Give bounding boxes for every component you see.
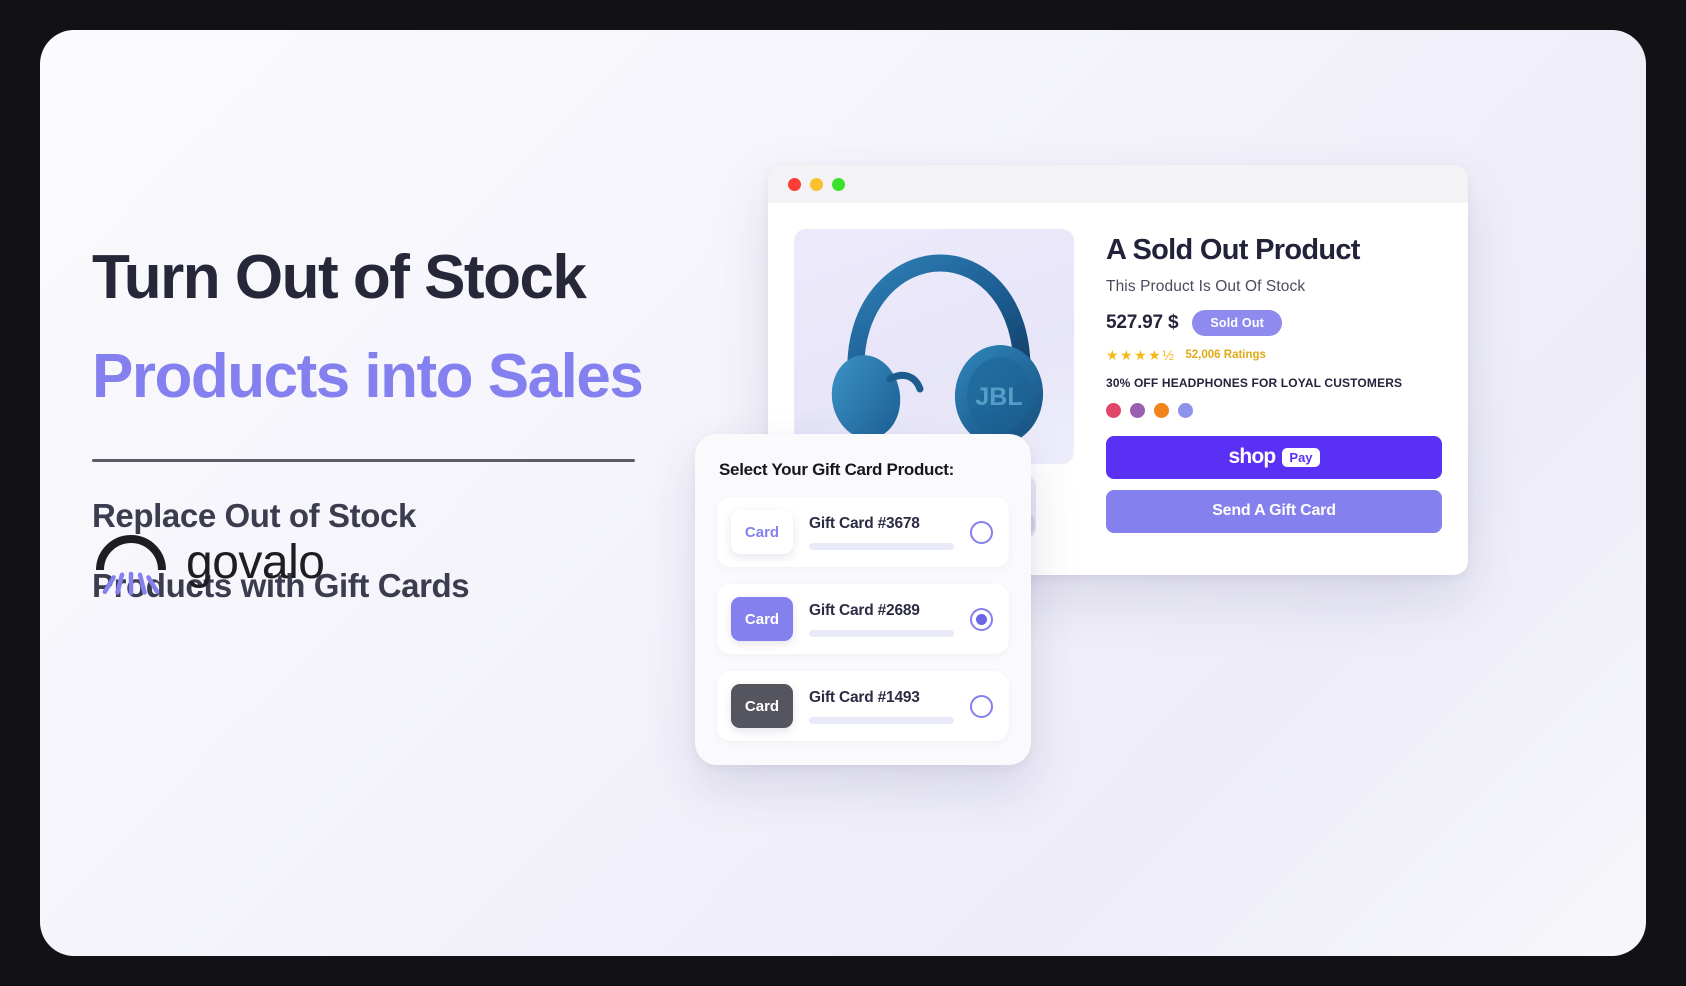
gift-card-option-row[interactable]: Card Gift Card #3678: [717, 497, 1009, 567]
gift-card-radio[interactable]: [970, 694, 993, 718]
promo-text: 30% OFF HEADPHONES FOR LOYAL CUSTOMERS: [1106, 375, 1403, 390]
gift-card-details: Gift Card #2689: [809, 602, 954, 637]
color-swatch-3[interactable]: [1154, 402, 1169, 418]
color-swatch-2[interactable]: [1130, 402, 1145, 418]
color-swatch-1[interactable]: [1106, 402, 1121, 418]
minimize-window-icon[interactable]: [810, 177, 823, 191]
govalo-wordmark: govalo: [186, 536, 325, 589]
gift-card-label: Gift Card #3678: [809, 514, 920, 532]
product-info: A Sold Out Product This Product Is Out O…: [1074, 229, 1468, 538]
price-row: 527.97 $ Sold Out: [1106, 309, 1442, 336]
product-price: 527.97 $: [1106, 311, 1179, 333]
gift-card-chip: Card: [731, 597, 793, 641]
gift-card-label: Gift Card #2689: [809, 601, 920, 619]
status-badge: Sold Out: [1192, 309, 1283, 336]
star-rating-icon: ★★★★½: [1106, 346, 1176, 363]
govalo-logo: govalo: [92, 530, 325, 596]
gift-card-radio[interactable]: [970, 520, 993, 544]
gift-card-details: Gift Card #3678: [809, 515, 954, 550]
govalo-sunburst-mark-icon: [92, 530, 170, 596]
shop-pay-pill: Pay: [1282, 447, 1320, 467]
color-swatch-4[interactable]: [1178, 402, 1193, 418]
promo-card: Turn Out of Stock Products into Sales Re…: [40, 30, 1646, 956]
gift-card-placeholder-bar: [809, 542, 954, 550]
shop-pay-wordmark: shop: [1228, 445, 1276, 469]
maximize-window-icon[interactable]: [832, 177, 845, 191]
gift-card-selector-panel: Select Your Gift Card Product: Card Gift…: [695, 434, 1031, 765]
svg-text:JBL: JBL: [975, 383, 1022, 411]
gift-card-chip: Card: [731, 510, 793, 554]
gift-card-details: Gift Card #1493: [809, 689, 954, 724]
product-title: A Sold Out Product: [1106, 234, 1360, 266]
headline-line-1: Turn Out of Stock: [92, 243, 587, 312]
gift-card-radio-selected[interactable]: [970, 607, 993, 631]
headline-line-2: Products into Sales: [92, 341, 644, 411]
selector-title: Select Your Gift Card Product:: [719, 460, 955, 479]
rating-row: ★★★★½ 52,006 Ratings: [1106, 348, 1442, 362]
gift-card-label: Gift Card #1493: [809, 688, 920, 706]
browser-titlebar: [768, 165, 1468, 203]
gift-card-placeholder-bar: [809, 629, 954, 637]
gift-card-chip: Card: [731, 684, 793, 728]
divider-rule: [92, 458, 635, 462]
rating-count: 52,006 Ratings: [1185, 348, 1266, 361]
color-swatches: [1106, 402, 1442, 418]
gift-card-placeholder-bar: [809, 716, 954, 724]
close-window-icon[interactable]: [788, 177, 801, 191]
send-gift-card-button[interactable]: Send A Gift Card: [1106, 489, 1442, 533]
shop-pay-button[interactable]: shop Pay: [1106, 435, 1442, 479]
screenshot-root: Turn Out of Stock Products into Sales Re…: [0, 0, 1686, 986]
product-hero-image[interactable]: JBL: [794, 229, 1074, 464]
product-subtitle: This Product Is Out Of Stock: [1106, 277, 1306, 295]
gift-card-option-row[interactable]: Card Gift Card #2689: [717, 584, 1009, 654]
gift-card-option-row[interactable]: Card Gift Card #1493: [717, 671, 1009, 741]
